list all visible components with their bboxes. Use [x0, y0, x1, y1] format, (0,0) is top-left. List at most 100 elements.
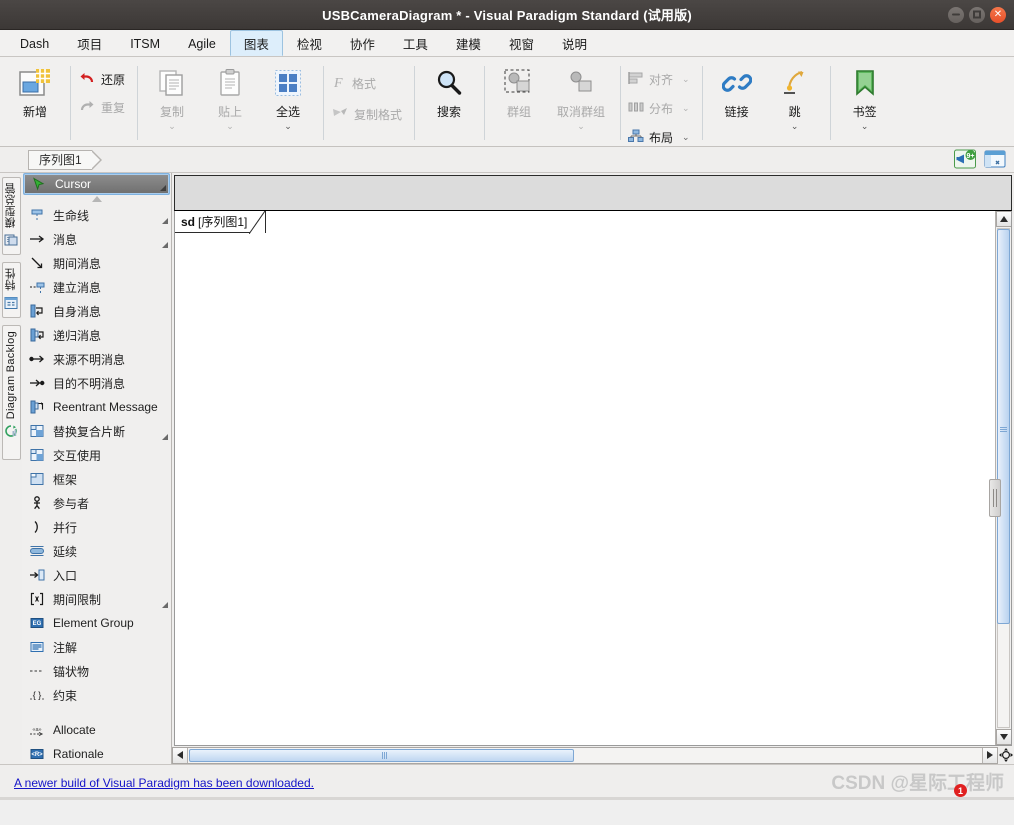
layout-button[interactable]: 布局 ⌄	[626, 126, 696, 148]
paste-caret-icon[interactable]: ⌄	[226, 122, 234, 131]
ungroup-caret-icon[interactable]: ⌄	[577, 122, 585, 131]
distribute-caret-icon[interactable]: ⌄	[682, 103, 690, 114]
menu-item-help[interactable]: 说明	[548, 30, 601, 56]
paste-button[interactable]: 贴上 ⌄	[201, 60, 259, 131]
properties-icon	[4, 296, 18, 313]
scroll-right-button[interactable]	[982, 747, 997, 763]
dock-tab-diagram-backlog[interactable]: Diagram Backlog	[1, 325, 21, 460]
new-button[interactable]: 新增	[6, 60, 64, 120]
cursor-arrow-icon	[30, 177, 48, 191]
horizontal-scroll-thumb[interactable]	[189, 748, 574, 762]
palette-item-anchor[interactable]: 锚状物	[22, 659, 171, 683]
constraint-icon: { }	[28, 689, 46, 701]
menu-item-agile[interactable]: Agile	[174, 30, 230, 56]
maximize-button[interactable]	[969, 7, 985, 23]
redo-button[interactable]: 重复	[76, 96, 131, 119]
palette-scroll-up[interactable]	[22, 195, 171, 203]
align-caret-icon[interactable]: ⌄	[682, 74, 690, 85]
ribbon-group-format: F 格式 复制格式	[323, 60, 414, 146]
vertical-scroll-thumb[interactable]	[997, 229, 1010, 624]
expand-triangle-icon[interactable]	[162, 434, 168, 440]
menu-item-modeling[interactable]: 建模	[442, 30, 495, 56]
canvas-horizontal-scrollbar[interactable]	[172, 746, 998, 764]
format-button[interactable]: F 格式	[329, 72, 408, 95]
group-button[interactable]: 群组	[490, 60, 548, 120]
palette-item-gate[interactable]: 入口	[22, 563, 171, 587]
palette-item-frame[interactable]: 框架	[22, 467, 171, 491]
canvas-splitter-handle[interactable]	[989, 479, 1001, 517]
palette-item-interaction-use[interactable]: 交互使用	[22, 443, 171, 467]
search-button[interactable]: 搜索	[420, 60, 478, 120]
palette-item-parallel[interactable]: 并行	[22, 515, 171, 539]
ungroup-button[interactable]: 取消群组 ⌄	[548, 60, 614, 131]
notification-badge[interactable]: 1	[954, 784, 967, 797]
menu-item-review[interactable]: 检视	[283, 30, 336, 56]
palette-item-continuation[interactable]: 延续	[22, 539, 171, 563]
palette-item-alt-fragment[interactable]: 替换复合片断	[22, 419, 171, 443]
title-bar: USBCameraDiagram * - Visual Paradigm Sta…	[0, 0, 1014, 30]
scroll-left-button[interactable]	[173, 747, 188, 763]
dock-tab-properties[interactable]: 特性	[1, 262, 21, 318]
close-button[interactable]: ✕	[990, 7, 1006, 23]
breadcrumb[interactable]: 序列图1	[28, 149, 102, 170]
palette-item-rationale[interactable]: <R> Rationale	[22, 742, 171, 764]
dock-tab-model-explorer[interactable]: 模型总管	[1, 177, 21, 255]
bookmark-button[interactable]: 书签 ⌄	[836, 60, 894, 131]
layout-caret-icon[interactable]: ⌄	[682, 132, 690, 143]
bookmark-caret-icon[interactable]: ⌄	[861, 122, 869, 131]
copy-format-button[interactable]: 复制格式	[329, 103, 408, 126]
palette-item-lost-message[interactable]: 目的不明消息	[22, 371, 171, 395]
palette-item-actor[interactable]: 参与者	[22, 491, 171, 515]
scroll-up-button[interactable]	[995, 211, 1011, 227]
menu-item-project[interactable]: 项目	[63, 30, 116, 56]
panel-layout-icon[interactable]	[984, 149, 1006, 172]
minimize-button[interactable]	[948, 7, 964, 23]
jump-caret-icon[interactable]: ⌄	[791, 122, 799, 131]
palette-item-self-message[interactable]: 自身消息	[22, 299, 171, 323]
palette-item-found-message[interactable]: 来源不明消息	[22, 347, 171, 371]
palette-item-note[interactable]: 注解	[22, 635, 171, 659]
palette-item-reentrant-message[interactable]: Reentrant Message	[22, 395, 171, 419]
jump-button[interactable]: 跳 ⌄	[766, 60, 824, 131]
palette-item-element-group[interactable]: EG Element Group	[22, 611, 171, 635]
breadcrumb-item-label: 序列图1	[39, 153, 82, 167]
palette-item-cursor[interactable]: Cursor	[23, 173, 170, 195]
actor-icon	[28, 496, 46, 510]
palette-item-duration-message[interactable]: 期间消息	[22, 251, 171, 275]
undo-button[interactable]: 还原	[76, 68, 131, 91]
menu-item-itsm[interactable]: ITSM	[116, 30, 174, 56]
copy-button[interactable]: 复制 ⌄	[143, 60, 201, 131]
copy-caret-icon[interactable]: ⌄	[168, 122, 176, 131]
link-button[interactable]: 链接	[708, 60, 766, 120]
expand-triangle-icon[interactable]	[162, 602, 168, 608]
select-all-button[interactable]: 全选 ⌄	[259, 60, 317, 131]
palette-item-constraint[interactable]: { } 约束	[22, 683, 171, 707]
update-notification-link[interactable]: A newer build of Visual Paradigm has bee…	[14, 776, 314, 790]
distribute-button[interactable]: 分布 ⌄	[626, 97, 696, 119]
menu-item-tools[interactable]: 工具	[389, 30, 442, 56]
palette-item-duration-constraint[interactable]: 期间限制	[22, 587, 171, 611]
expand-triangle-icon[interactable]	[162, 218, 168, 224]
select-all-caret-icon[interactable]: ⌄	[284, 122, 292, 131]
align-button[interactable]: 对齐 ⌄	[626, 68, 696, 90]
canvas-surface[interactable]: sd [序列图1]	[175, 211, 1001, 745]
pan-tool-icon[interactable]	[998, 747, 1014, 764]
palette-item-lifeline[interactable]: 生命线	[22, 203, 171, 227]
select-all-icon	[273, 66, 303, 100]
diagram-canvas[interactable]: sd [序列图1]	[174, 211, 1012, 746]
expand-triangle-icon[interactable]	[162, 242, 168, 248]
menu-item-dash[interactable]: Dash	[6, 30, 63, 56]
scroll-down-button[interactable]	[995, 729, 1011, 745]
palette-item-message[interactable]: 消息	[22, 227, 171, 251]
expand-triangle-icon[interactable]	[160, 185, 166, 191]
menu-item-window[interactable]: 视窗	[495, 30, 548, 56]
palette-item-recursive-message[interactable]: 递归消息	[22, 323, 171, 347]
menu-item-diagram[interactable]: 图表	[229, 30, 283, 56]
canvas-vertical-scrollbar[interactable]	[995, 211, 1011, 745]
announcement-icon[interactable]: 9+	[954, 149, 976, 172]
palette-item-create-message[interactable]: 建立消息	[22, 275, 171, 299]
palette-item-allocate[interactable]: «a» Allocate	[22, 718, 171, 742]
menu-item-collaborate[interactable]: 协作	[336, 30, 389, 56]
link-label: 链接	[724, 105, 749, 119]
dock-tab-model-explorer-label: 模型总管	[5, 183, 17, 229]
